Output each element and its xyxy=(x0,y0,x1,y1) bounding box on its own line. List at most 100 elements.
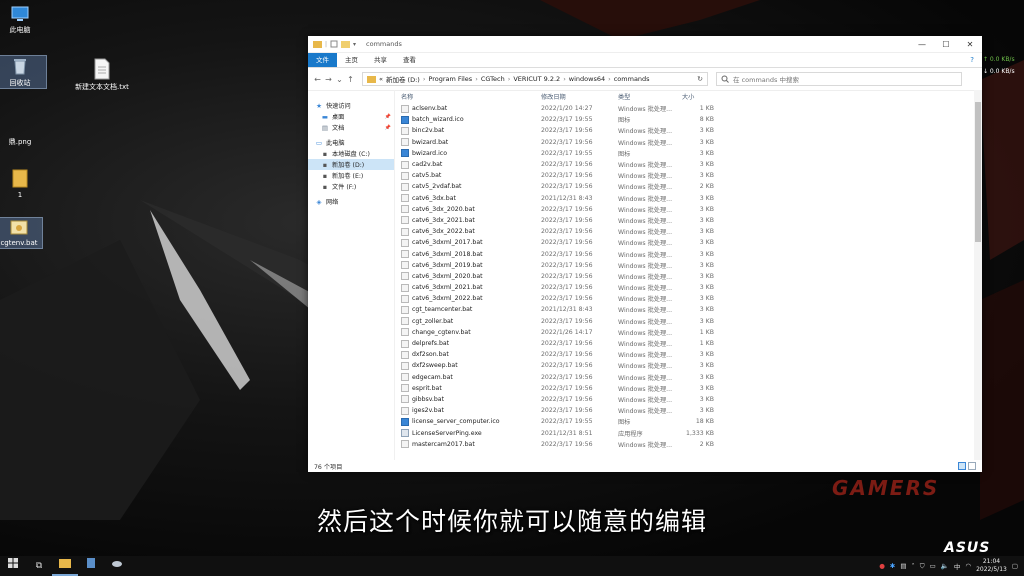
breadcrumb-item[interactable]: Program Files xyxy=(428,75,472,83)
task-view-icon[interactable]: ⧉ xyxy=(26,556,52,576)
windows-start-icon[interactable] xyxy=(0,556,26,576)
file-row[interactable]: aclsenv.bat 2022/1/20 14:27 Windows 批处理...… xyxy=(395,103,982,114)
file-row[interactable]: catv5_2vdaf.bat 2022/3/17 19:56 Windows 批处… xyxy=(395,181,982,192)
file-explorer-window[interactable]: | ▾ commands — ☐ ✕ 文件 主页 共享 查看 ? ← → ⌄ ↑… xyxy=(308,36,982,472)
file-row[interactable]: catv6_3dxml_2021.bat 2022/3/17 19:56 Windo… xyxy=(395,282,982,293)
nav-item[interactable]: ◈ 网络 xyxy=(308,196,394,207)
file-row[interactable]: change_cgtenv.bat 2022/1/26 14:17 Windows … xyxy=(395,327,982,338)
monitor-icon[interactable]: ▭ xyxy=(930,562,936,570)
nav-item[interactable]: ▤ 文档 📌 xyxy=(308,122,394,133)
file-row[interactable]: catv6_3dxml_2017.bat 2022/3/17 19:56 Windo… xyxy=(395,237,982,248)
vertical-scrollbar[interactable] xyxy=(974,90,982,460)
file-row[interactable]: catv6_3dx.bat 2021/12/31 8:43 Windows 批处理.… xyxy=(395,193,982,204)
search-input[interactable]: 在 commands 中搜索 xyxy=(716,72,962,86)
file-row[interactable]: bwizard.bat 2022/3/17 19:56 Windows 批处理...… xyxy=(395,137,982,148)
breadcrumb-separator[interactable]: › xyxy=(563,75,566,83)
column-header-name[interactable]: 名称 xyxy=(395,92,541,101)
large-icons-view-button[interactable] xyxy=(968,462,976,470)
tab-file[interactable]: 文件 xyxy=(308,53,337,67)
notifications-icon[interactable]: ▢ xyxy=(1012,562,1018,570)
nav-item[interactable]: ▪ 文件 (F:) xyxy=(308,181,394,192)
bluetooth-icon[interactable]: ✱ xyxy=(890,562,895,570)
file-row[interactable]: dxf2son.bat 2022/3/17 19:56 Windows 批处理...… xyxy=(395,349,982,360)
file-row[interactable]: iges2v.bat 2022/3/17 19:56 Windows 批处理... 3… xyxy=(395,405,982,416)
nav-item[interactable]: ★ 快速访问 xyxy=(308,100,394,111)
breadcrumb-overflow[interactable]: « xyxy=(379,75,383,83)
title-bar[interactable]: | ▾ commands — ☐ ✕ xyxy=(308,36,982,53)
breadcrumb-separator[interactable]: › xyxy=(608,75,611,83)
chevron-down-icon[interactable]: ▾ xyxy=(353,41,356,48)
file-row[interactable]: catv6_3dxml_2022.bat 2022/3/17 19:56 Windo… xyxy=(395,293,982,304)
desktop-icon-png[interactable]: 鼎.png xyxy=(0,138,50,147)
tab-share[interactable]: 共享 xyxy=(366,53,395,67)
maximize-button[interactable]: ☐ xyxy=(934,40,958,49)
column-header-size[interactable]: 大小 xyxy=(678,92,718,101)
file-row[interactable]: catv6_3dxml_2018.bat 2022/3/17 19:56 Windo… xyxy=(395,248,982,259)
tab-home[interactable]: 主页 xyxy=(337,53,366,67)
file-row[interactable]: binc2v.bat 2022/3/17 19:56 Windows 批处理... 3… xyxy=(395,125,982,136)
record-icon[interactable]: ● xyxy=(879,562,885,570)
nav-item[interactable]: ▪ 新加卷 (D:) xyxy=(308,159,394,170)
refresh-button[interactable]: ↻ xyxy=(697,75,703,83)
desktop-icon-recycle-bin[interactable]: 回收站 xyxy=(0,55,47,89)
new-folder-icon[interactable] xyxy=(341,40,351,48)
desktop-icon-this-pc[interactable]: 此电脑 xyxy=(0,5,50,35)
file-row[interactable]: LicenseServerPing.exe 2021/12/31 8:51 应用程序… xyxy=(395,427,982,438)
file-row[interactable]: bwizard.ico 2022/3/17 19:55 图标 3 KB xyxy=(395,148,982,159)
file-row[interactable]: license_server_computer.ico 2022/3/17 19:… xyxy=(395,416,982,427)
file-row[interactable]: batch_wizard.ico 2022/3/17 19:55 图标 8 KB xyxy=(395,114,982,125)
address-bar[interactable]: « 新加卷 (D:) › Program Files › CGTech › VE… xyxy=(362,72,708,86)
chevron-up-icon[interactable]: ˄ xyxy=(912,562,915,570)
help-button[interactable]: ? xyxy=(970,56,974,64)
minimize-button[interactable]: — xyxy=(910,40,934,49)
shield-icon[interactable]: ⛉ xyxy=(920,562,925,571)
nav-item[interactable]: ▬ 桌面 📌 xyxy=(308,111,394,122)
app-taskbar-icon[interactable] xyxy=(78,556,104,576)
desktop-icon-cgtenv-bat[interactable]: cgtenv.bat xyxy=(0,217,43,249)
file-row[interactable]: cgt_zoller.bat 2022/3/17 19:56 Windows 批处理… xyxy=(395,316,982,327)
desktop-icon-folder-1[interactable]: 1 xyxy=(0,168,50,200)
network-icon[interactable]: ▤ xyxy=(900,562,906,570)
nav-item[interactable]: ▭ 此电脑 xyxy=(308,137,394,148)
file-row[interactable]: catv6_3dx_2021.bat 2022/3/17 19:56 Windows… xyxy=(395,215,982,226)
close-button[interactable]: ✕ xyxy=(958,40,982,49)
file-row[interactable]: esprit.bat 2022/3/17 19:56 Windows 批处理... 3… xyxy=(395,383,982,394)
file-row[interactable]: catv6_3dxml_2019.bat 2022/3/17 19:56 Windo… xyxy=(395,260,982,271)
file-row[interactable]: catv6_3dx_2020.bat 2022/3/17 19:56 Windows… xyxy=(395,204,982,215)
file-row[interactable]: gibbsv.bat 2022/3/17 19:56 Windows 批处理... 3… xyxy=(395,394,982,405)
file-row[interactable]: cgt_teamcenter.bat 2021/12/31 8:43 Windows… xyxy=(395,304,982,315)
navigation-pane[interactable]: ★ 快速访问 ▬ 桌面 📌 ▤ 文档 📌 ▭ 此电脑 ▪ 本地磁盘 (C:) ▪ 新加卷 (D:) ▪ 新加卷… xyxy=(308,90,395,460)
nav-item[interactable]: ▪ 本地磁盘 (C:) xyxy=(308,148,394,159)
back-button[interactable]: ← xyxy=(312,75,323,84)
breadcrumb-item[interactable]: 新加卷 (D:) xyxy=(386,74,420,84)
file-row[interactable]: cad2v.bat 2022/3/17 19:56 Windows 批处理... 3 … xyxy=(395,159,982,170)
breadcrumb-separator[interactable]: › xyxy=(475,75,478,83)
wifi-icon[interactable]: ◠ xyxy=(965,562,971,570)
file-row[interactable]: catv6_3dx_2022.bat 2022/3/17 19:56 Windows… xyxy=(395,226,982,237)
breadcrumb-separator[interactable]: › xyxy=(423,75,426,83)
breadcrumb-item[interactable]: windows64 xyxy=(569,75,605,83)
file-row[interactable]: mastercam2017.bat 2022/3/17 19:56 Windows … xyxy=(395,439,982,450)
tab-view[interactable]: 查看 xyxy=(395,53,424,67)
properties-icon[interactable] xyxy=(330,40,338,48)
column-header-date[interactable]: 修改日期 xyxy=(541,92,618,101)
breadcrumb-item[interactable]: CGTech xyxy=(481,75,505,83)
volume-icon[interactable]: 🔈 xyxy=(941,562,949,570)
breadcrumb-separator[interactable]: › xyxy=(508,75,511,83)
ime-icon[interactable]: 中 xyxy=(954,561,961,571)
file-row[interactable]: dxf2sweep.bat 2022/3/17 19:56 Windows 批处理.… xyxy=(395,360,982,371)
recent-locations-button[interactable]: ⌄ xyxy=(334,75,345,84)
file-explorer-taskbar-icon[interactable] xyxy=(52,556,78,576)
clock[interactable]: 21:04 2022/5/13 xyxy=(976,558,1007,574)
breadcrumb-item[interactable]: commands xyxy=(614,75,650,83)
file-row[interactable]: delprefs.bat 2022/3/17 19:56 Windows 批处理..… xyxy=(395,338,982,349)
file-row[interactable]: catv6_3dxml_2020.bat 2022/3/17 19:56 Windo… xyxy=(395,271,982,282)
file-row[interactable]: edgecam.bat 2022/3/17 19:56 Windows 批处理...… xyxy=(395,372,982,383)
desktop-icon-new-text-document[interactable]: 新建文本文档.txt xyxy=(72,58,132,92)
file-row[interactable]: catv5.bat 2022/3/17 19:56 Windows 批处理... 3 … xyxy=(395,170,982,181)
details-view-button[interactable] xyxy=(958,462,966,470)
scrollbar-thumb[interactable] xyxy=(975,102,981,242)
breadcrumb-item[interactable]: VERICUT 9.2.2 xyxy=(513,75,560,83)
nav-item[interactable]: ▪ 新加卷 (E:) xyxy=(308,170,394,181)
forward-button[interactable]: → xyxy=(323,75,334,84)
